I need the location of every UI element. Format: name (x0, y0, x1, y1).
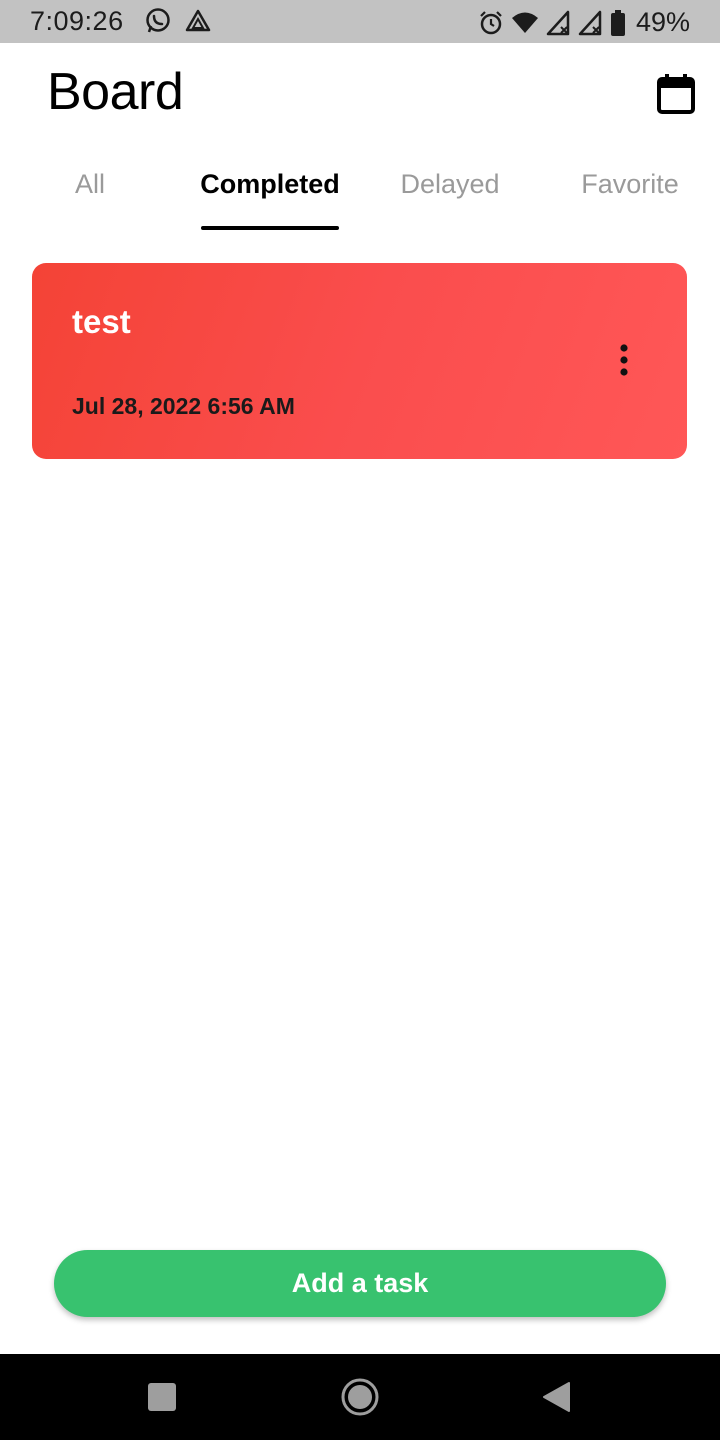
battery-level: 49% (635, 7, 690, 37)
status-bar: 7:09:26 49% (0, 0, 720, 43)
tab-favorite[interactable]: Favorite (540, 160, 720, 232)
alarm-icon (480, 10, 502, 34)
page-title: Board (47, 63, 184, 121)
tab-delayed[interactable]: Delayed (360, 160, 540, 232)
add-task-button[interactable]: Add a task (54, 1250, 666, 1317)
drive-icon (185, 9, 211, 32)
task-title: test (72, 303, 131, 340)
home-button[interactable] (320, 1354, 400, 1440)
task-date: Jul 28, 2022 6:56 AM (72, 393, 295, 419)
recent-apps-button[interactable] (122, 1354, 202, 1440)
back-button[interactable] (517, 1354, 597, 1440)
battery-icon (610, 9, 625, 36)
more-vertical-icon (620, 344, 628, 376)
task-card[interactable]: test Jul 28, 2022 6:56 AM (32, 263, 687, 459)
calendar-button[interactable] (656, 73, 696, 115)
navigation-bar (0, 1354, 720, 1440)
whatsapp-icon (146, 8, 170, 33)
status-left-icons (144, 7, 212, 35)
active-tab-indicator (201, 226, 339, 230)
task-menu-button[interactable] (610, 343, 638, 379)
back-icon (543, 1382, 570, 1412)
recent-apps-icon (148, 1383, 176, 1411)
tab-completed[interactable]: Completed (180, 160, 360, 232)
status-time: 7:09:26 (30, 6, 124, 36)
calendar-icon (657, 74, 695, 114)
wifi-icon (511, 12, 538, 33)
signal-icon (546, 10, 570, 35)
tab-bar: All Completed Delayed Favorite (0, 160, 720, 232)
signal-icon (578, 10, 602, 35)
home-icon (341, 1378, 379, 1416)
tab-all[interactable]: All (0, 160, 180, 232)
status-right-icons: 49% (478, 7, 690, 38)
